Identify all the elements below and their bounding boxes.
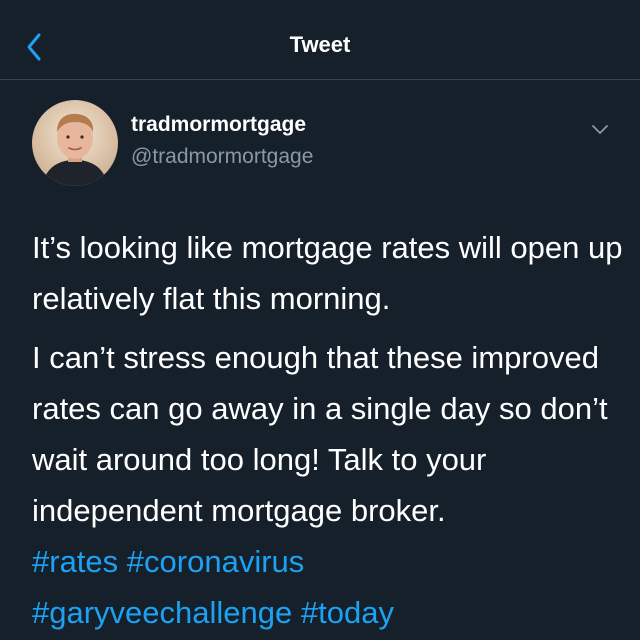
tweet-options-button[interactable] <box>588 118 612 142</box>
top-bar: Tweet <box>0 0 640 80</box>
hashtag-link[interactable]: #rates <box>32 544 118 579</box>
hashtag-link[interactable]: #today <box>301 595 394 630</box>
tweet-paragraph: It’s looking like mortgage rates will op… <box>32 230 623 316</box>
author-display-name[interactable]: tradmormortgage <box>131 113 306 137</box>
page-title: Tweet <box>289 32 351 57</box>
hashtag-link[interactable]: #garyveechallenge <box>32 595 292 630</box>
avatar-image <box>32 100 118 186</box>
tweet-text: It’s looking like mortgage rates will op… <box>32 222 624 638</box>
tweet-author: tradmormortgage @tradmormortgage <box>32 100 612 186</box>
hashtag-link[interactable]: #coronavirus <box>127 544 304 579</box>
avatar[interactable] <box>32 100 118 186</box>
tweet-paragraph-text: I can’t stress enough that these improve… <box>32 340 608 528</box>
tweet-paragraph: I can’t stress enough that these improve… <box>32 332 624 638</box>
chevron-down-icon <box>592 125 608 134</box>
author-handle[interactable]: @tradmormortgage <box>131 145 313 169</box>
